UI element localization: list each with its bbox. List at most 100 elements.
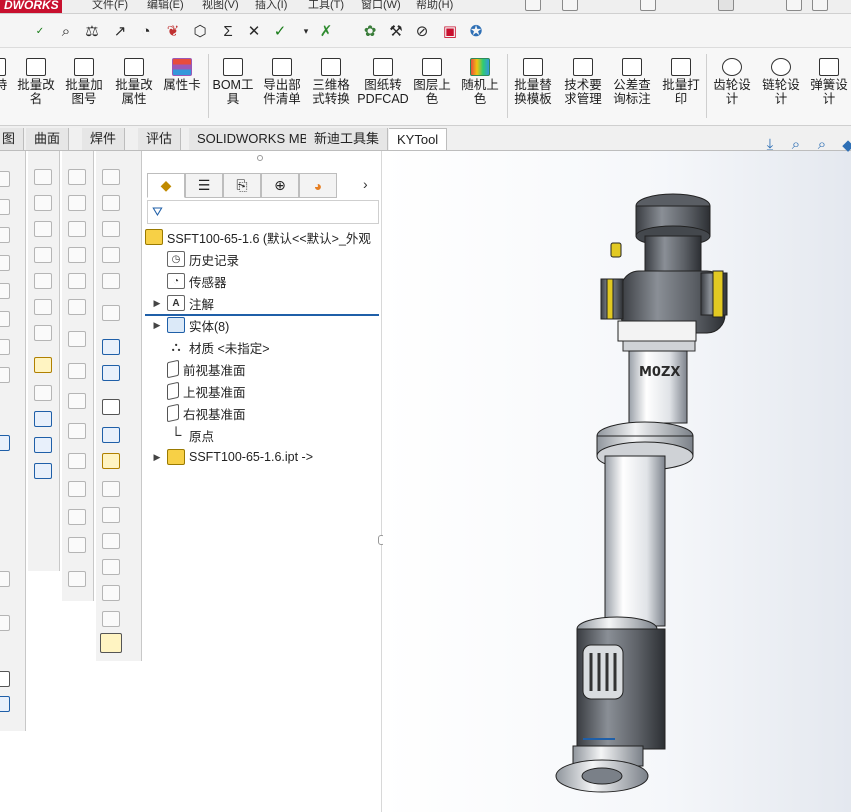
component-icon[interactable]: ✿ bbox=[360, 21, 380, 41]
ribbon-button-batch-rename[interactable]: 批量改 名 bbox=[15, 58, 57, 118]
tool-icon[interactable] bbox=[68, 453, 86, 469]
tool-icon[interactable] bbox=[102, 273, 120, 289]
tab-evaluate[interactable]: 评估 bbox=[138, 128, 182, 150]
chevron-right-icon[interactable]: › bbox=[363, 176, 368, 192]
tool-icon[interactable] bbox=[102, 559, 120, 575]
tree-item-solid-bodies[interactable]: ▶ 实体(8) bbox=[147, 314, 385, 336]
xbox-icon[interactable]: ✪ bbox=[466, 21, 486, 41]
menu-view[interactable]: 视图(V) bbox=[202, 0, 239, 12]
tool-icon[interactable] bbox=[68, 393, 86, 409]
tool-icon[interactable] bbox=[68, 221, 86, 237]
tool-icon[interactable] bbox=[102, 507, 120, 523]
settings-icon[interactable] bbox=[812, 0, 828, 11]
tool-icon[interactable] bbox=[34, 411, 52, 427]
tool-icon[interactable] bbox=[34, 437, 52, 453]
tool-icon[interactable] bbox=[0, 311, 10, 327]
tree-item-sensors[interactable]: ◔ 传感器 bbox=[157, 270, 395, 292]
tree-item-front-plane[interactable]: 前视基准面 bbox=[157, 358, 395, 380]
tool-icon[interactable] bbox=[34, 221, 52, 237]
display-manager-tab-icon[interactable]: ◕ bbox=[299, 173, 337, 198]
measure-icon[interactable]: ↗ bbox=[110, 21, 130, 41]
tool-icon[interactable] bbox=[34, 299, 52, 315]
tree-item-history[interactable]: ◷ 历史记录 bbox=[157, 248, 395, 270]
tree-item-top-plane[interactable]: 上视基准面 bbox=[157, 380, 395, 402]
ribbon-button-gear-design[interactable]: 齿轮设 计 bbox=[710, 58, 754, 118]
ribbon-button-layer-color[interactable]: 图层上 色 bbox=[410, 58, 454, 118]
tool-icon[interactable] bbox=[102, 611, 120, 627]
menu-insert[interactable]: 插入(I) bbox=[255, 0, 287, 12]
ribbon-button-property-card[interactable]: 属性卡 bbox=[161, 58, 203, 118]
hydrant-model[interactable]: M0ZX bbox=[383, 151, 851, 812]
ribbon-button-pdfcad[interactable]: 图纸转 PDFCAD bbox=[357, 58, 409, 118]
feature-tree-tab-icon[interactable]: ◆ bbox=[147, 173, 185, 198]
material-tool-icon[interactable]: ❦ bbox=[163, 21, 183, 41]
word-export-icon[interactable]: ▣ bbox=[440, 21, 460, 41]
ribbon-button-batch-property[interactable]: 批量改 属性 bbox=[112, 58, 156, 118]
delete-check-icon[interactable]: ✗ bbox=[316, 21, 336, 41]
tool-icon[interactable] bbox=[102, 533, 120, 549]
expand-arrow-icon[interactable]: ▶ bbox=[147, 452, 167, 463]
tool-icon[interactable] bbox=[0, 339, 10, 355]
ribbon-button-replace-template[interactable]: 批量替 换模板 bbox=[510, 58, 556, 118]
ribbon-button-tech-requirements[interactable]: 技术要 求管理 bbox=[560, 58, 606, 118]
panel-grip[interactable] bbox=[257, 155, 263, 161]
tool-icon[interactable] bbox=[0, 671, 10, 687]
select-pointer-icon[interactable] bbox=[718, 0, 734, 11]
tool-icon[interactable] bbox=[0, 435, 10, 451]
ribbon-button-bom-tool[interactable]: BOM工 具 bbox=[212, 58, 254, 118]
options-icon[interactable] bbox=[786, 0, 802, 11]
tool-icon[interactable] bbox=[68, 537, 86, 553]
tool-icon[interactable] bbox=[102, 399, 120, 415]
tool-icon[interactable] bbox=[68, 509, 86, 525]
tool-icon[interactable] bbox=[102, 305, 120, 321]
property-manager-tab-icon[interactable]: ☰ bbox=[185, 173, 223, 198]
tool-icon[interactable] bbox=[0, 615, 10, 631]
tool-icon[interactable] bbox=[34, 273, 52, 289]
ribbon-button-random-color[interactable]: 随机上 色 bbox=[458, 58, 502, 118]
expand-arrow-icon[interactable]: ▶ bbox=[147, 298, 167, 309]
dropdown-arrow-icon[interactable]: ▾ bbox=[296, 21, 316, 41]
relations-icon[interactable]: ⚒ bbox=[386, 21, 406, 41]
ribbon-button-tolerance[interactable]: 公差查 询标注 bbox=[609, 58, 655, 118]
print-icon[interactable] bbox=[640, 0, 656, 11]
menu-edit[interactable]: 编辑(E) bbox=[147, 0, 184, 12]
tool-icon[interactable] bbox=[68, 571, 86, 587]
ribbon-button-partial[interactable]: 持 bbox=[0, 58, 8, 118]
tool-icon[interactable] bbox=[34, 385, 52, 401]
tool-icon[interactable] bbox=[102, 221, 120, 237]
tool-icon[interactable] bbox=[68, 481, 86, 497]
tool-icon[interactable] bbox=[68, 273, 86, 289]
tool-icon[interactable] bbox=[0, 255, 10, 271]
tool-icon[interactable] bbox=[102, 169, 120, 185]
tool-icon[interactable] bbox=[34, 247, 52, 263]
tool-icon[interactable] bbox=[102, 365, 120, 381]
tool-icon[interactable] bbox=[102, 195, 120, 211]
ribbon-button-batch-print[interactable]: 批量打 印 bbox=[658, 58, 704, 118]
tool-icon[interactable] bbox=[34, 357, 52, 373]
tree-item-right-plane[interactable]: 右视基准面 bbox=[157, 402, 395, 424]
balance-icon[interactable]: ⚖ bbox=[82, 21, 102, 41]
tool-icon[interactable] bbox=[0, 367, 10, 383]
tree-item-material[interactable]: ⛬ 材质 <未指定> bbox=[157, 336, 395, 358]
tab-weldments[interactable]: 焊件 bbox=[82, 128, 126, 150]
tab-kytool[interactable]: KYTool bbox=[389, 128, 448, 150]
tool-icon[interactable] bbox=[0, 199, 10, 215]
expand-arrow-icon[interactable]: ▶ bbox=[147, 320, 167, 331]
tab-drawing[interactable]: 图 bbox=[0, 128, 24, 150]
magnify-icon[interactable]: ⌕ bbox=[56, 21, 76, 41]
tree-item-origin[interactable]: └ 原点 bbox=[157, 424, 395, 446]
tool-icon[interactable] bbox=[34, 195, 52, 211]
menu-help[interactable]: 帮助(H) bbox=[416, 0, 453, 12]
menu-tools[interactable]: 工具(T) bbox=[308, 0, 344, 12]
open-icon[interactable] bbox=[562, 0, 578, 11]
tree-filter[interactable]: ⛛ bbox=[147, 200, 379, 224]
tool-icon[interactable] bbox=[68, 195, 86, 211]
tool-icon[interactable] bbox=[0, 696, 10, 712]
tool-icon[interactable] bbox=[68, 423, 86, 439]
ribbon-button-3d-convert[interactable]: 三维格 式转换 bbox=[309, 58, 353, 118]
tool-icon[interactable] bbox=[0, 571, 10, 587]
tool-icon[interactable] bbox=[0, 283, 10, 299]
tool-icon[interactable] bbox=[34, 463, 52, 479]
tool-icon[interactable] bbox=[102, 247, 120, 263]
spell-check-icon[interactable]: ✓ bbox=[30, 21, 50, 41]
